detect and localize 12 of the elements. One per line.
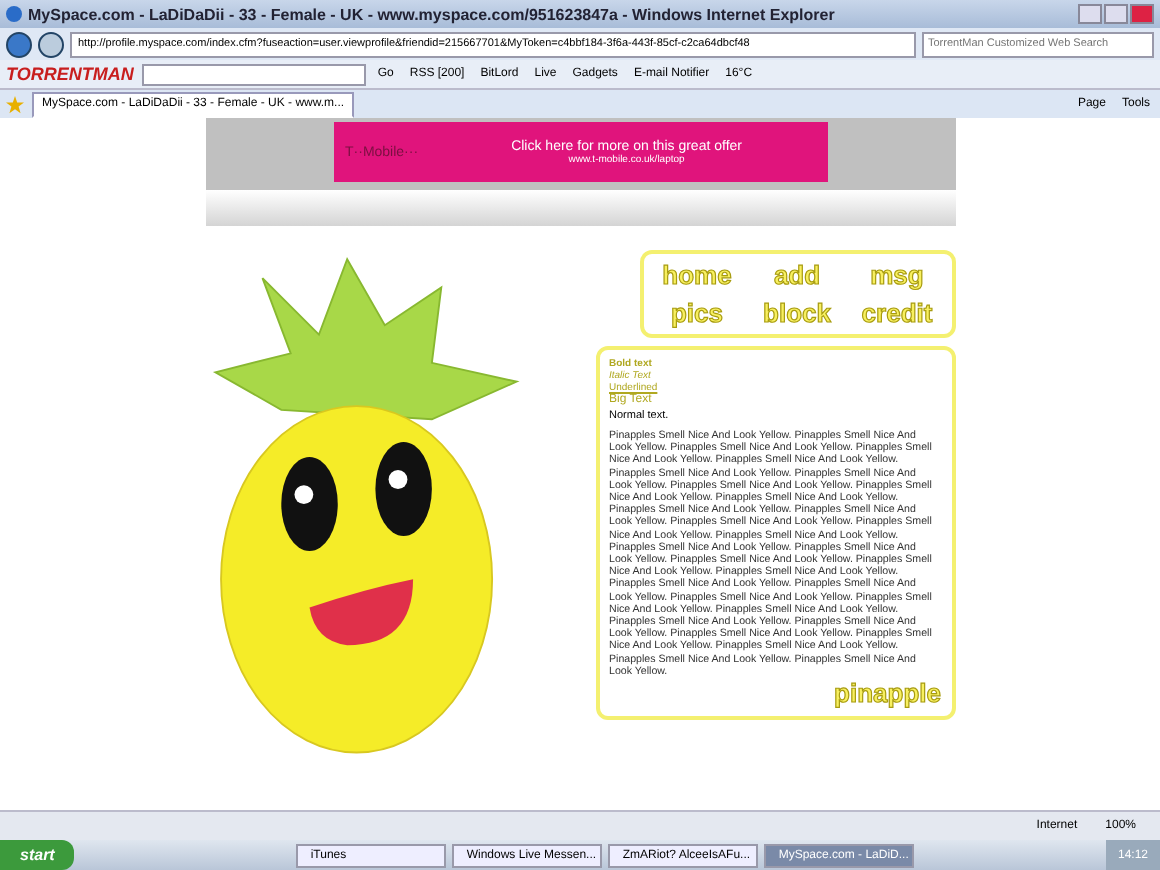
toolbar-search-field[interactable] xyxy=(141,63,366,85)
start-button[interactable]: start xyxy=(0,840,75,870)
star-icon[interactable] xyxy=(6,95,24,113)
window-title: MySpace.com - LaDiDaDii - 33 - Female - UK - www.myspace.com/951623847a - Windows Internet Explorer xyxy=(28,5,837,23)
close-button[interactable] xyxy=(1130,4,1154,24)
maximize-button[interactable] xyxy=(1104,4,1128,24)
signature-text: pinapple xyxy=(834,678,941,709)
forward-button[interactable] xyxy=(38,31,64,57)
back-button[interactable] xyxy=(6,31,32,57)
browser-icon xyxy=(6,6,22,22)
minimize-button[interactable] xyxy=(1078,4,1102,24)
toolbar-logo[interactable]: TORRENTMAN xyxy=(6,64,134,84)
